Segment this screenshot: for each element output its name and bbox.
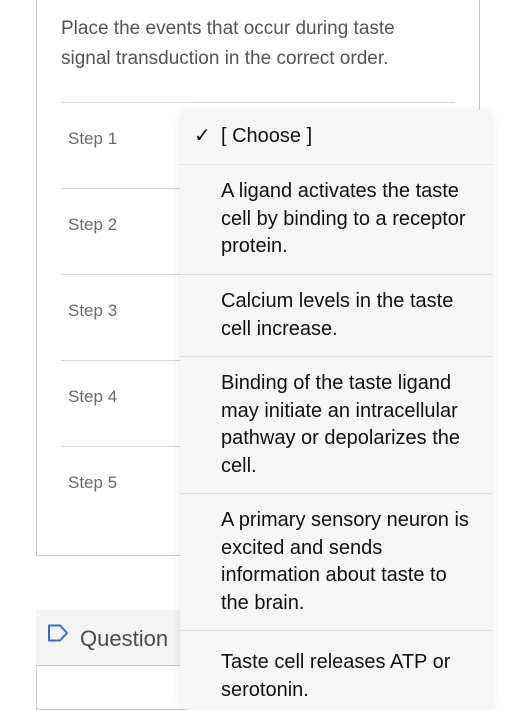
option-label: A ligand activates the taste cell by bin… <box>221 180 466 257</box>
option-label: Binding of the taste ligand may initiate… <box>221 372 461 477</box>
dropdown-option-5[interactable]: Taste cell releases ATP or serotonin. <box>180 631 492 710</box>
flag-outline-icon[interactable] <box>47 624 69 642</box>
checkmark-icon: ✓ <box>194 125 211 147</box>
option-label: Calcium levels in the taste cell increas… <box>221 290 454 340</box>
dropdown-option-1[interactable]: A ligand activates the taste cell by bin… <box>180 165 492 275</box>
dropdown-option-choose[interactable]: ✓ [ Choose ] <box>180 110 492 165</box>
step-label-5: Step 5 <box>68 473 118 492</box>
step-label-2: Step 2 <box>68 215 118 234</box>
option-label: A primary sensory neuron is excited and … <box>221 509 469 614</box>
option-label: [ Choose ] <box>221 125 313 147</box>
step-1-dropdown-menu[interactable]: ✓ [ Choose ] A ligand activates the tast… <box>180 110 492 710</box>
option-label: Taste cell releases ATP or serotonin. <box>221 651 451 701</box>
question-prompt: Place the events that occur during taste… <box>61 18 395 69</box>
step-label-1: Step 1 <box>68 129 118 148</box>
divider <box>61 102 455 103</box>
step-label-3: Step 3 <box>68 301 118 320</box>
step-label-4: Step 4 <box>68 387 118 406</box>
next-question-label: Question <box>80 626 169 651</box>
dropdown-option-4[interactable]: A primary sensory neuron is excited and … <box>180 494 492 631</box>
dropdown-option-2[interactable]: Calcium levels in the taste cell increas… <box>180 275 492 357</box>
dropdown-option-3[interactable]: Binding of the taste ligand may initiate… <box>180 357 492 494</box>
